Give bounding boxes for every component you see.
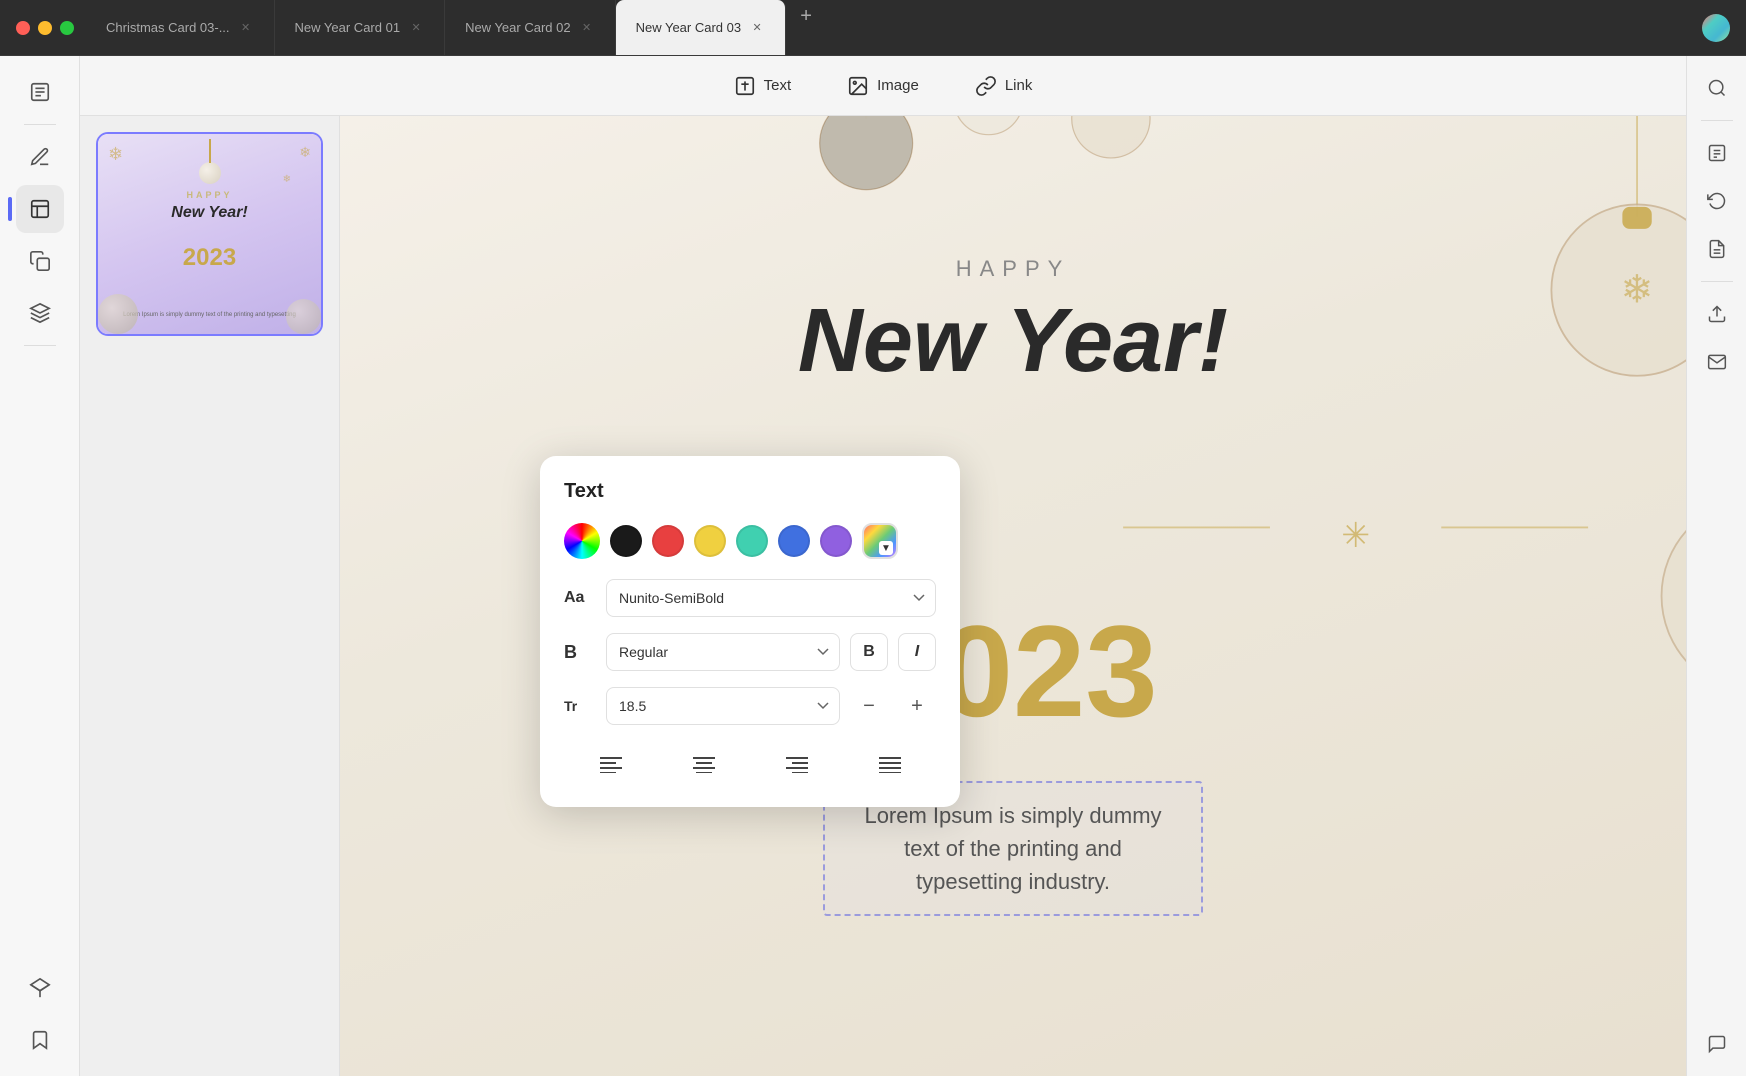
- thumb-new-year-text: New Year!: [171, 204, 247, 222]
- main-layout: Text Image Link: [0, 56, 1746, 1076]
- search-icon[interactable]: [1697, 68, 1737, 108]
- sidebar-icon-copy[interactable]: [16, 237, 64, 285]
- font-weight-row: B Regular Bold Light B I: [564, 633, 936, 671]
- tab-newyear01[interactable]: New Year Card 01 ✕: [275, 0, 446, 55]
- color-wheel[interactable]: [564, 523, 600, 559]
- color-swatch-purple[interactable]: [820, 525, 852, 557]
- ocr-icon[interactable]: [1697, 133, 1737, 173]
- content-area: Text Image Link: [80, 56, 1686, 1076]
- canvas-area: ❄ ❄ ❄ HAPPY New Year! 2023 Lorem Ipsum i…: [80, 116, 1686, 1076]
- sidebar-divider-1: [24, 124, 56, 125]
- main-canvas[interactable]: ❄ ✳ ❄: [340, 116, 1686, 1076]
- sidebar-icon-bookmark[interactable]: [16, 1016, 64, 1064]
- tab-newyear03-close[interactable]: ✕: [749, 20, 765, 36]
- text-tool-icon: [734, 75, 756, 97]
- replace-icon[interactable]: [1697, 181, 1737, 221]
- chat-icon[interactable]: [1697, 1024, 1737, 1064]
- italic-button[interactable]: I: [898, 633, 936, 671]
- color-swatch-red[interactable]: [652, 525, 684, 557]
- card-new-year-text: New Year!: [798, 296, 1228, 386]
- link-tool-icon: [975, 75, 997, 97]
- sidebar-icon-pages[interactable]: [16, 68, 64, 116]
- card-happy-text: HAPPY: [956, 256, 1071, 282]
- title-bar: Christmas Card 03-... ✕ New Year Card 01…: [0, 0, 1746, 56]
- image-tool-icon: [847, 75, 869, 97]
- font-size-increase[interactable]: +: [898, 687, 936, 725]
- font-family-row: Aa Nunito-SemiBold Arial Georgia: [564, 579, 936, 617]
- thumbnail-card-selected[interactable]: ❄ ❄ ❄ HAPPY New Year! 2023 Lorem Ipsum i…: [96, 132, 323, 336]
- right-sidebar-divider-1: [1701, 120, 1733, 121]
- weight-select-wrap: Regular Bold Light: [606, 633, 840, 671]
- maximize-button[interactable]: [60, 21, 74, 35]
- sidebar-icon-layers[interactable]: [16, 964, 64, 1012]
- thumbnail-image: ❄ ❄ ❄ HAPPY New Year! 2023 Lorem Ipsum i…: [98, 134, 321, 334]
- minimize-button[interactable]: [38, 21, 52, 35]
- color-swatch-blue[interactable]: [778, 525, 810, 557]
- link-tool-button[interactable]: Link: [963, 69, 1045, 103]
- text-tool-button[interactable]: Text: [722, 69, 804, 103]
- tab-newyear03[interactable]: New Year Card 03 ✕: [616, 0, 787, 55]
- traffic-lights: [0, 21, 74, 35]
- font-size-row: Tr 18.5 12 14 16 20 24 32: [564, 687, 936, 725]
- bold-button[interactable]: B: [850, 633, 888, 671]
- thumbnail-panel: ❄ ❄ ❄ HAPPY New Year! 2023 Lorem Ipsum i…: [80, 116, 340, 1076]
- color-row: ▼: [564, 523, 936, 559]
- font-weight-select[interactable]: Regular Bold Light: [606, 633, 840, 671]
- align-center-button[interactable]: [680, 745, 728, 783]
- sidebar-icon-pen[interactable]: [16, 133, 64, 181]
- close-button[interactable]: [16, 21, 30, 35]
- link-tool-label: Link: [1005, 77, 1033, 94]
- thumb-year-text: 2023: [183, 244, 236, 272]
- color-swatch-black[interactable]: [610, 525, 642, 557]
- tab-newyear02[interactable]: New Year Card 02 ✕: [445, 0, 616, 55]
- avatar: [1702, 14, 1730, 42]
- color-swatch-teal[interactable]: [736, 525, 768, 557]
- tab-newyear01-label: New Year Card 01: [295, 20, 401, 35]
- thumb-happy-text: HAPPY: [186, 190, 232, 200]
- color-more-button[interactable]: ▼: [862, 523, 898, 559]
- svg-text:❄: ❄: [1621, 268, 1654, 311]
- right-sidebar-divider-2: [1701, 281, 1733, 282]
- right-sidebar: [1686, 56, 1746, 1076]
- tab-newyear02-close[interactable]: ✕: [579, 20, 595, 36]
- tab-christmas[interactable]: Christmas Card 03-... ✕: [86, 0, 275, 55]
- weight-label: B: [564, 642, 596, 663]
- image-tool-button[interactable]: Image: [835, 69, 931, 103]
- font-size-select[interactable]: 18.5 12 14 16 20 24 32: [606, 687, 840, 725]
- align-justify-button[interactable]: [866, 745, 914, 783]
- size-label: Tr: [564, 698, 596, 714]
- align-right-button[interactable]: [773, 745, 821, 783]
- mail-icon[interactable]: [1697, 342, 1737, 382]
- size-select-wrap: 18.5 12 14 16 20 24 32: [606, 687, 840, 725]
- pdf-icon[interactable]: [1697, 229, 1737, 269]
- font-label: Aa: [564, 589, 596, 607]
- top-toolbar: Text Image Link: [80, 56, 1686, 116]
- font-family-select[interactable]: Nunito-SemiBold Arial Georgia: [606, 579, 936, 617]
- sidebar-divider-2: [24, 345, 56, 346]
- sidebar-icon-template[interactable]: [16, 185, 64, 233]
- left-sidebar: [0, 56, 80, 1076]
- tab-christmas-label: Christmas Card 03-...: [106, 20, 230, 35]
- tab-newyear01-close[interactable]: ✕: [408, 20, 424, 36]
- export-icon[interactable]: [1697, 294, 1737, 334]
- image-tool-label: Image: [877, 77, 919, 94]
- tab-newyear02-label: New Year Card 02: [465, 20, 571, 35]
- color-swatch-yellow[interactable]: [694, 525, 726, 557]
- add-tab-button[interactable]: +: [790, 0, 822, 32]
- font-size-decrease[interactable]: −: [850, 687, 888, 725]
- align-left-button[interactable]: [587, 745, 635, 783]
- text-align-row: [564, 745, 936, 783]
- tabs-container: Christmas Card 03-... ✕ New Year Card 01…: [74, 0, 1702, 55]
- svg-text:✳: ✳: [1341, 517, 1370, 555]
- tab-christmas-close[interactable]: ✕: [238, 20, 254, 36]
- tab-newyear03-label: New Year Card 03: [636, 20, 742, 35]
- thumb-lorem-text: Lorem Ipsum is simply dummy text of the …: [120, 312, 298, 318]
- text-popup: Text ▼: [540, 456, 960, 807]
- text-popup-title: Text: [564, 480, 936, 503]
- text-tool-label: Text: [764, 77, 792, 94]
- sidebar-icon-stack[interactable]: [16, 289, 64, 337]
